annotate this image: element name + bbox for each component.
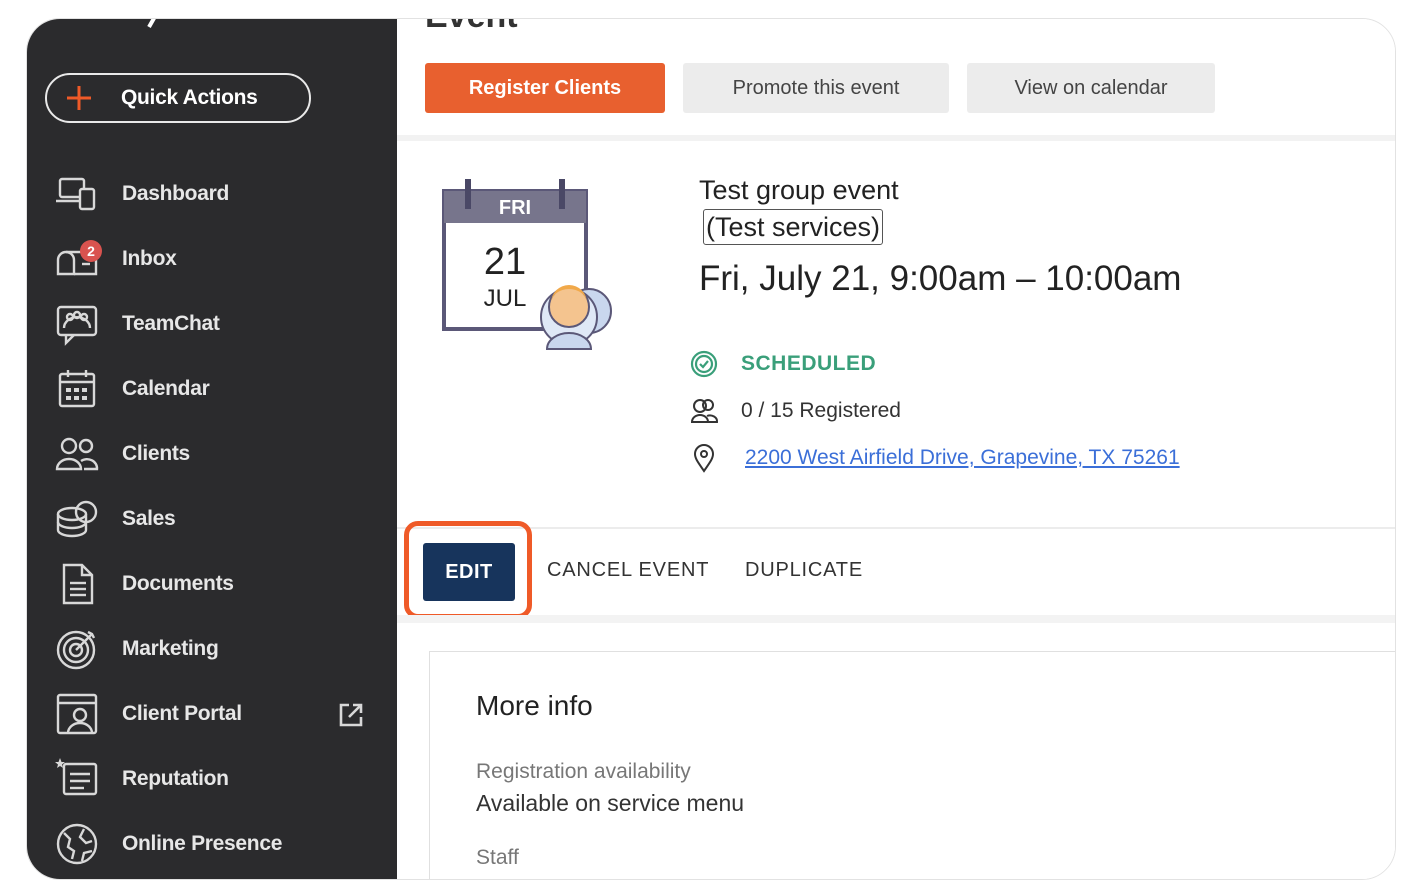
event-date-illustration: FRI 21 JUL xyxy=(439,179,621,361)
sidebar-item-label: Clients xyxy=(122,441,190,465)
registration-availability-value: Available on service menu xyxy=(476,790,745,816)
online-presence-icon xyxy=(54,821,100,867)
external-link-icon[interactable] xyxy=(337,701,365,729)
duplicate-button[interactable]: DUPLICATE xyxy=(745,559,863,582)
event-time: Fri, July 21, 9:00am – 10:00am xyxy=(699,259,1182,298)
sidebar-item-label: Calendar xyxy=(122,376,210,400)
event-name: Test group event xyxy=(699,175,899,205)
sidebar-item-label: Marketing xyxy=(122,636,219,660)
inbox-badge: 2 xyxy=(80,239,102,262)
sidebar-item-sales[interactable]: Sales xyxy=(27,486,397,551)
quick-actions-button[interactable]: Quick Actions xyxy=(45,73,311,123)
event-address-link[interactable]: 2200 West Airfield Drive, Grapevine, TX … xyxy=(745,446,1180,470)
sidebar-item-label: Inbox xyxy=(122,246,177,270)
register-clients-button[interactable]: Register Clients xyxy=(425,63,665,113)
sidebar-item-clients[interactable]: Clients xyxy=(27,421,397,486)
main-content: Event Register Clients Promote this even… xyxy=(397,19,1395,879)
page-title: Event xyxy=(425,19,518,36)
divider xyxy=(397,527,1395,529)
map-pin-icon xyxy=(693,444,715,473)
sidebar-item-reputation[interactable]: Reputation xyxy=(27,746,397,811)
app-window: Quick Actions Dashboard 2 Inbox TeamChat… xyxy=(26,18,1396,880)
calendar-icon xyxy=(54,366,100,412)
staff-label: Staff xyxy=(476,846,519,869)
event-location-row: 2200 West Airfield Drive, Grapevine, TX … xyxy=(689,443,1180,473)
sidebar-item-client-portal[interactable]: Client Portal xyxy=(27,681,397,746)
sidebar-item-label: Documents xyxy=(122,571,234,595)
cancel-event-button[interactable]: CANCEL EVENT xyxy=(547,559,709,582)
event-header-actions: Register Clients Promote this event View… xyxy=(425,63,1215,113)
divider xyxy=(397,615,1395,623)
clients-icon xyxy=(54,431,100,477)
reputation-icon xyxy=(54,756,100,802)
sidebar-item-label: Reputation xyxy=(122,766,229,790)
sidebar-item-inbox[interactable]: 2 Inbox xyxy=(27,226,397,291)
view-on-calendar-button[interactable]: View on calendar xyxy=(967,63,1215,113)
event-registered-row: 0 / 15 Registered xyxy=(689,396,901,426)
more-info-title: More info xyxy=(476,690,593,721)
documents-icon xyxy=(54,561,100,607)
registered-count: 0 / 15 Registered xyxy=(741,399,901,422)
more-info-card: More info Registration availability Avai… xyxy=(429,651,1395,879)
sidebar-item-marketing[interactable]: Marketing xyxy=(27,616,397,681)
sidebar-item-dashboard[interactable]: Dashboard xyxy=(27,161,397,226)
registration-availability-label: Registration availability xyxy=(476,760,691,783)
divider xyxy=(397,135,1395,141)
dashboard-icon xyxy=(54,171,100,217)
sidebar-item-calendar[interactable]: Calendar xyxy=(27,356,397,421)
event-status-row: SCHEDULED xyxy=(689,349,876,379)
sidebar-item-label: TeamChat xyxy=(122,311,220,335)
teamchat-icon xyxy=(54,301,100,347)
quick-actions-label: Quick Actions xyxy=(121,86,258,109)
calendar-day-of-week: FRI xyxy=(498,197,532,219)
sidebar-item-label: Online Presence xyxy=(122,831,283,855)
sales-icon xyxy=(54,496,100,542)
sidebar-item-label: Sales xyxy=(122,506,176,530)
sidebar-item-online-presence[interactable]: Online Presence xyxy=(27,811,397,876)
sidebar-item-label: Dashboard xyxy=(122,181,229,205)
sidebar-item-label: Client Portal xyxy=(122,701,242,725)
check-circle-icon xyxy=(690,350,718,378)
edit-button[interactable]: EDIT xyxy=(423,543,515,601)
sidebar-nav: Dashboard 2 Inbox TeamChat Calendar Clie… xyxy=(27,161,397,876)
logo-icon xyxy=(147,19,156,28)
client-portal-icon xyxy=(54,691,100,737)
marketing-icon xyxy=(54,626,100,672)
status-badge: SCHEDULED xyxy=(741,352,877,375)
event-service[interactable]: (Test services) xyxy=(703,209,884,245)
plus-icon xyxy=(67,86,91,110)
sidebar-item-teamchat[interactable]: TeamChat xyxy=(27,291,397,356)
calendar-day: 21 xyxy=(483,241,527,283)
calendar-month: JUL xyxy=(483,285,527,312)
sidebar: Quick Actions Dashboard 2 Inbox TeamChat… xyxy=(27,19,397,879)
promote-event-button[interactable]: Promote this event xyxy=(683,63,949,113)
people-icon xyxy=(690,399,718,423)
sidebar-item-documents[interactable]: Documents xyxy=(27,551,397,616)
inbox-icon: 2 xyxy=(54,236,102,282)
